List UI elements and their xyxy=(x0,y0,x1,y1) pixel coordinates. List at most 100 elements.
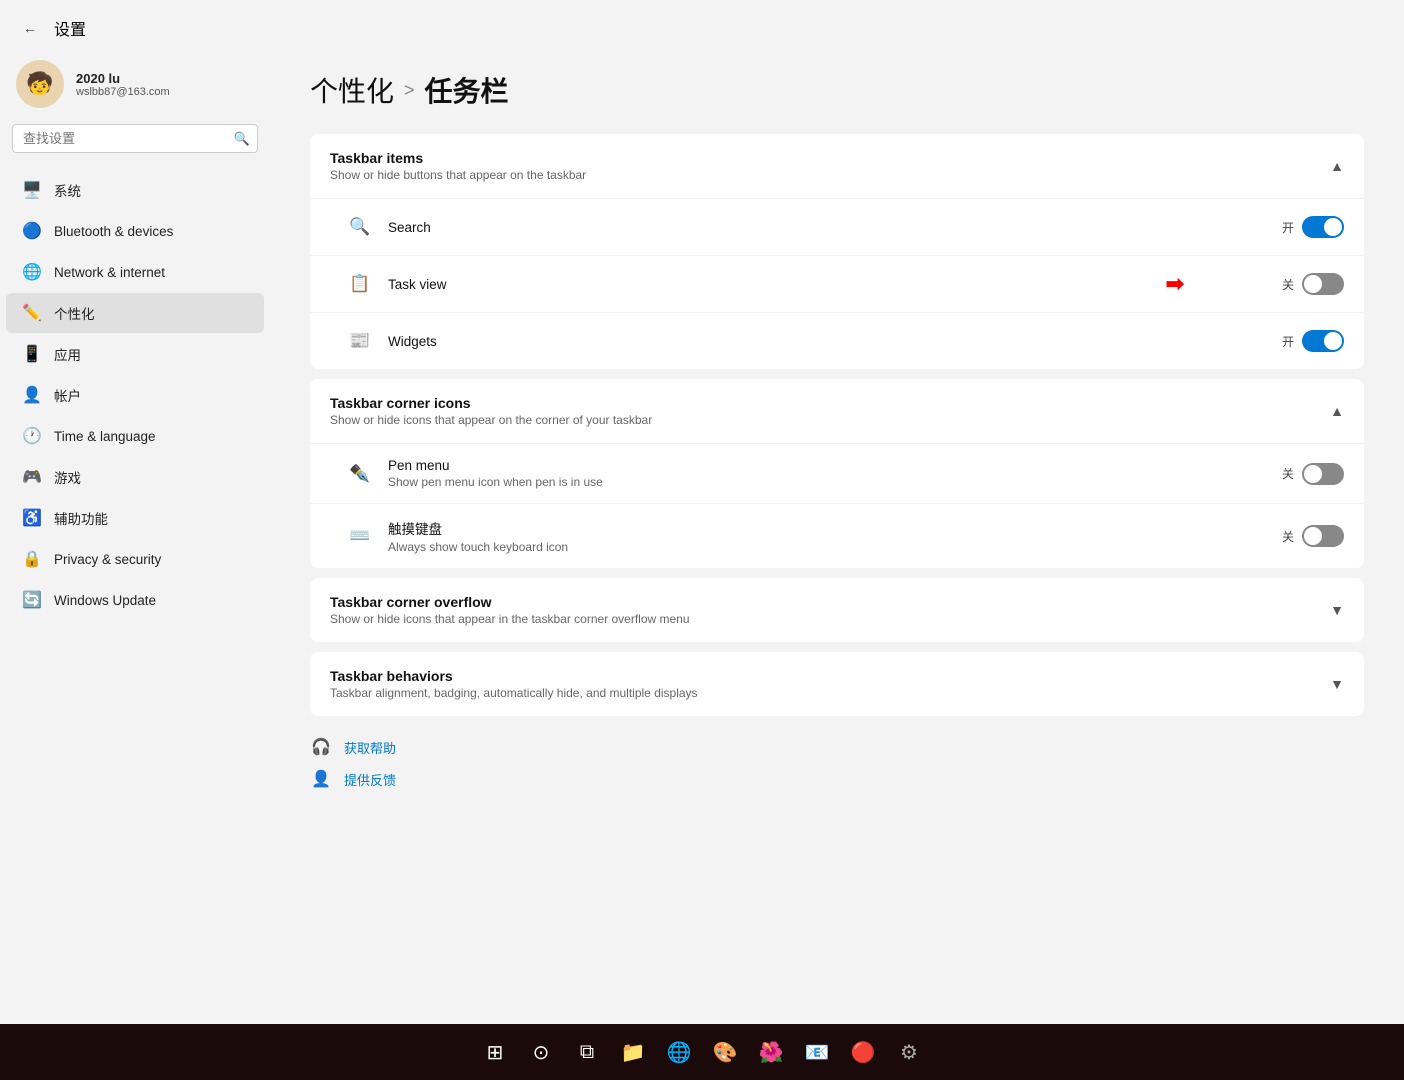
sidebar-item-label: Privacy & security xyxy=(54,552,161,567)
search-toggle-area: 开 xyxy=(1282,216,1344,238)
touch-keyboard-icon: ⌨️ xyxy=(346,522,374,550)
sidebar-item-label: 帐户 xyxy=(54,385,81,405)
taskbar-icon-settings-gear[interactable]: ⚙ xyxy=(889,1032,929,1072)
widgets-toggle[interactable] xyxy=(1302,330,1344,352)
taskview-icon: 📋 xyxy=(346,270,374,298)
app-title: 设置 xyxy=(54,16,86,40)
sidebar-item-label: 应用 xyxy=(54,344,81,364)
taskbar-icon-search[interactable]: ⊙ xyxy=(521,1032,561,1072)
bluetooth-icon: 🔵 xyxy=(22,221,42,241)
setting-item-taskview: 📋 Task view ➡ 关 xyxy=(310,256,1364,313)
privacy-icon: 🔒 xyxy=(22,549,42,569)
search-toggle-label: 开 xyxy=(1282,219,1294,236)
section-header-taskbar-corner-overflow[interactable]: Taskbar corner overflow Show or hide ico… xyxy=(310,578,1364,642)
taskbar-icon-start[interactable]: ⊞ xyxy=(475,1032,515,1072)
network-icon: 🌐 xyxy=(22,262,42,282)
sidebar-item-privacy[interactable]: 🔒 Privacy & security xyxy=(6,539,264,579)
sidebar-item-bluetooth[interactable]: 🔵 Bluetooth & devices xyxy=(6,211,264,251)
taskbar-icon-chrome-color[interactable]: 🎨 xyxy=(705,1032,745,1072)
taskbar: ⊞⊙⧉📁🌐🎨🌺📧🔴⚙ xyxy=(0,1024,1404,1080)
taskbar-icons: ⊞⊙⧉📁🌐🎨🌺📧🔴⚙ xyxy=(475,1032,929,1072)
section-desc-taskbar-behaviors: Taskbar alignment, badging, automaticall… xyxy=(330,686,698,700)
section-title-taskbar-corner-overflow: Taskbar corner overflow xyxy=(330,594,690,610)
chevron-taskbar-behaviors: ▼ xyxy=(1330,676,1344,692)
taskbar-icon-chrome[interactable]: 🔴 xyxy=(843,1032,883,1072)
search-icon: 🔍 xyxy=(346,213,374,241)
taskview-toggle[interactable] xyxy=(1302,273,1344,295)
sidebar-item-system[interactable]: 🖥️ 系统 xyxy=(6,170,264,210)
page-title: 任务栏 xyxy=(425,70,509,110)
section-title-taskbar-items: Taskbar items xyxy=(330,150,586,166)
help-section: 🎧 获取帮助 👤 提供反馈 xyxy=(310,736,1364,790)
help-link-get-help[interactable]: 🎧 获取帮助 xyxy=(310,736,1364,758)
taskview-label: Task view xyxy=(388,277,1282,292)
taskbar-icon-files[interactable]: 📁 xyxy=(613,1032,653,1072)
content-area: 个性化 > 任务栏 Taskbar items Show or hide but… xyxy=(270,50,1404,1024)
touch-keyboard-label: 触摸键盘 xyxy=(388,518,1282,538)
accounts-icon: 👤 xyxy=(22,385,42,405)
section-header-taskbar-corner-icons[interactable]: Taskbar corner icons Show or hide icons … xyxy=(310,379,1364,443)
taskview-toggle-area: 关 xyxy=(1282,273,1344,295)
section-taskbar-behaviors: Taskbar behaviors Taskbar alignment, bad… xyxy=(310,652,1364,716)
section-items-taskbar-corner-icons: ✒️ Pen menu Show pen menu icon when pen … xyxy=(310,443,1364,568)
touch-keyboard-toggle[interactable] xyxy=(1302,525,1344,547)
search-label: Search xyxy=(388,220,1282,235)
get-help-icon: 🎧 xyxy=(310,736,332,758)
gaming-icon: 🎮 xyxy=(22,467,42,487)
get-help-label: 获取帮助 xyxy=(344,738,396,757)
sidebar-item-label: Windows Update xyxy=(54,593,156,608)
sidebar-item-label: 游戏 xyxy=(54,467,81,487)
section-desc-taskbar-corner-icons: Show or hide icons that appear on the co… xyxy=(330,413,652,427)
section-header-taskbar-behaviors[interactable]: Taskbar behaviors Taskbar alignment, bad… xyxy=(310,652,1364,716)
sidebar-item-label: Time & language xyxy=(54,429,156,444)
pen-menu-toggle-label: 关 xyxy=(1282,465,1294,482)
taskbar-icon-photos[interactable]: 🌺 xyxy=(751,1032,791,1072)
feedback-icon: 👤 xyxy=(310,768,332,790)
time-icon: 🕐 xyxy=(22,426,42,446)
sidebar-item-label: 个性化 xyxy=(54,303,95,323)
search-toggle[interactable] xyxy=(1302,216,1344,238)
search-box: 🔍 xyxy=(12,124,258,153)
section-taskbar-corner-icons: Taskbar corner icons Show or hide icons … xyxy=(310,379,1364,568)
section-header-taskbar-items[interactable]: Taskbar items Show or hide buttons that … xyxy=(310,134,1364,198)
sidebar-item-accessibility[interactable]: ♿ 辅助功能 xyxy=(6,498,264,538)
section-desc-taskbar-corner-overflow: Show or hide icons that appear in the ta… xyxy=(330,612,690,626)
widgets-toggle-area: 开 xyxy=(1282,330,1344,352)
search-input[interactable] xyxy=(12,124,258,153)
sidebar-item-apps[interactable]: 📱 应用 xyxy=(6,334,264,374)
chevron-taskbar-corner-overflow: ▼ xyxy=(1330,602,1344,618)
update-icon: 🔄 xyxy=(22,590,42,610)
pen-menu-sublabel: Show pen menu icon when pen is in use xyxy=(388,475,1282,489)
sidebar-item-personalization[interactable]: ✏️ 个性化 xyxy=(6,293,264,333)
help-link-feedback[interactable]: 👤 提供反馈 xyxy=(310,768,1364,790)
section-items-taskbar-items: 🔍 Search 开 xyxy=(310,198,1364,369)
breadcrumb-sep: > xyxy=(404,80,415,101)
system-icon: 🖥️ xyxy=(22,180,42,200)
sidebar-item-network[interactable]: 🌐 Network & internet xyxy=(6,252,264,292)
sidebar-item-accounts[interactable]: 👤 帐户 xyxy=(6,375,264,415)
title-bar: ← 设置 xyxy=(0,0,1404,50)
widgets-toggle-label: 开 xyxy=(1282,333,1294,350)
setting-item-touch-keyboard: ⌨️ 触摸键盘 Always show touch keyboard icon … xyxy=(310,504,1364,568)
pen-menu-toggle[interactable] xyxy=(1302,463,1344,485)
widgets-label: Widgets xyxy=(388,334,1282,349)
taskbar-icon-taskview[interactable]: ⧉ xyxy=(567,1032,607,1072)
back-button[interactable]: ← xyxy=(16,14,44,42)
taskbar-icon-edge[interactable]: 🌐 xyxy=(659,1032,699,1072)
pen-menu-icon: ✒️ xyxy=(346,460,374,488)
taskbar-icon-mail[interactable]: 📧 xyxy=(797,1032,837,1072)
sidebar-item-label: Network & internet xyxy=(54,265,165,280)
chevron-taskbar-corner-icons: ▲ xyxy=(1330,403,1344,419)
main-layout: 🧒 2020 lu wslbb87@163.com 🔍 🖥️ 系统 🔵 Blue… xyxy=(0,50,1404,1024)
section-taskbar-corner-overflow: Taskbar corner overflow Show or hide ico… xyxy=(310,578,1364,642)
user-info: 2020 lu wslbb87@163.com xyxy=(76,71,170,98)
user-section[interactable]: 🧒 2020 lu wslbb87@163.com xyxy=(0,50,270,124)
sidebar-item-time[interactable]: 🕐 Time & language xyxy=(6,416,264,456)
sidebar-item-update[interactable]: 🔄 Windows Update xyxy=(6,580,264,620)
chevron-taskbar-items: ▲ xyxy=(1330,158,1344,174)
section-title-taskbar-behaviors: Taskbar behaviors xyxy=(330,668,698,684)
section-desc-taskbar-items: Show or hide buttons that appear on the … xyxy=(330,168,586,182)
breadcrumb: 个性化 xyxy=(310,70,394,110)
sidebar-item-gaming[interactable]: 🎮 游戏 xyxy=(6,457,264,497)
feedback-label: 提供反馈 xyxy=(344,770,396,789)
